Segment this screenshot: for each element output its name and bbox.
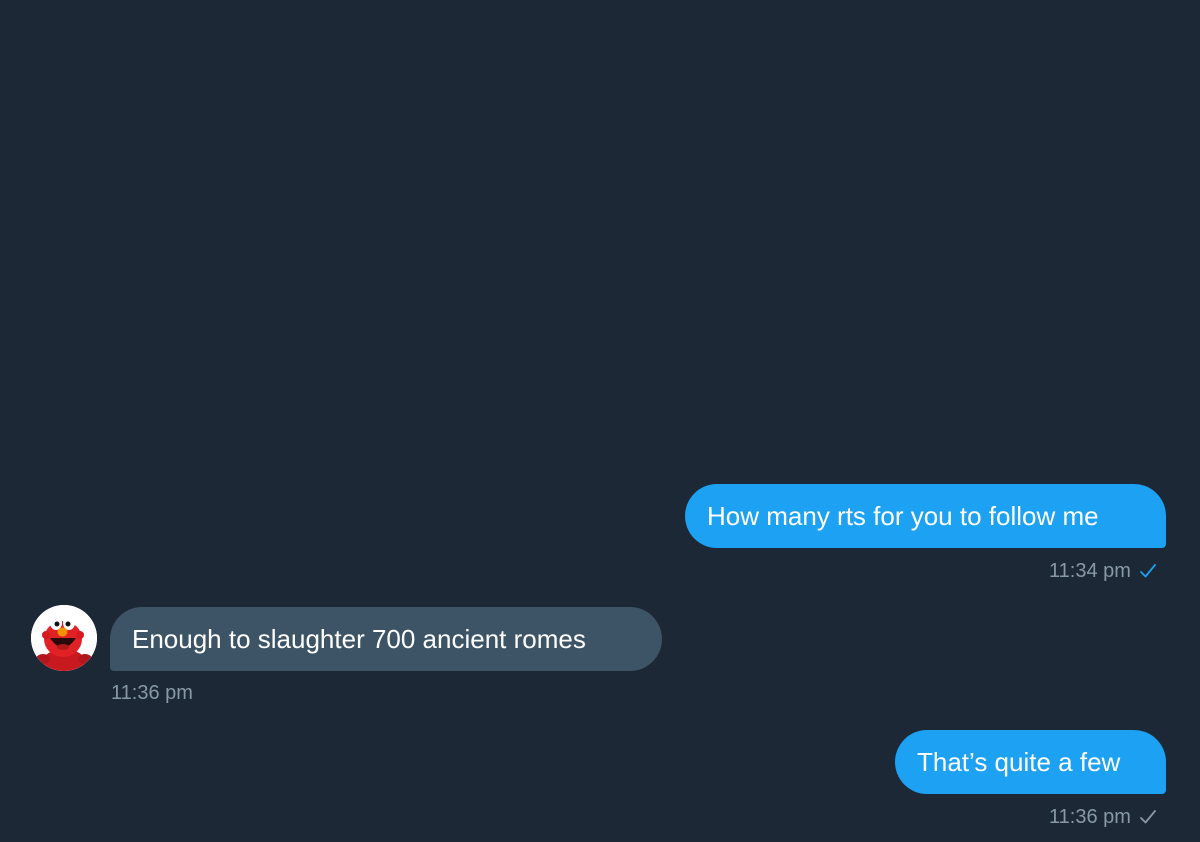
read-check-icon [1140, 564, 1156, 578]
message-meta: 11:36 pm [1049, 805, 1157, 829]
message-timestamp: 11:34 pm [1049, 560, 1131, 582]
elmo-avatar-image [31, 605, 97, 671]
sent-message-bubble[interactable]: How many rts for you to follow me [685, 484, 1166, 548]
message-meta: 11:34 pm [1049, 559, 1157, 583]
elmo-avatar[interactable] [31, 605, 97, 671]
message-timestamp: 11:36 pm [111, 682, 193, 704]
received-message-bubble[interactable]: Enough to slaughter 700 ancient romes [110, 607, 662, 671]
message-meta: 11:36 pm [111, 681, 193, 705]
sent-check-icon [1140, 810, 1156, 824]
message-timestamp: 11:36 pm [1049, 806, 1131, 828]
sent-message-bubble[interactable]: That’s quite a few [895, 730, 1166, 794]
message-thread: How many rts for you to follow me 11:34 … [0, 0, 1200, 842]
